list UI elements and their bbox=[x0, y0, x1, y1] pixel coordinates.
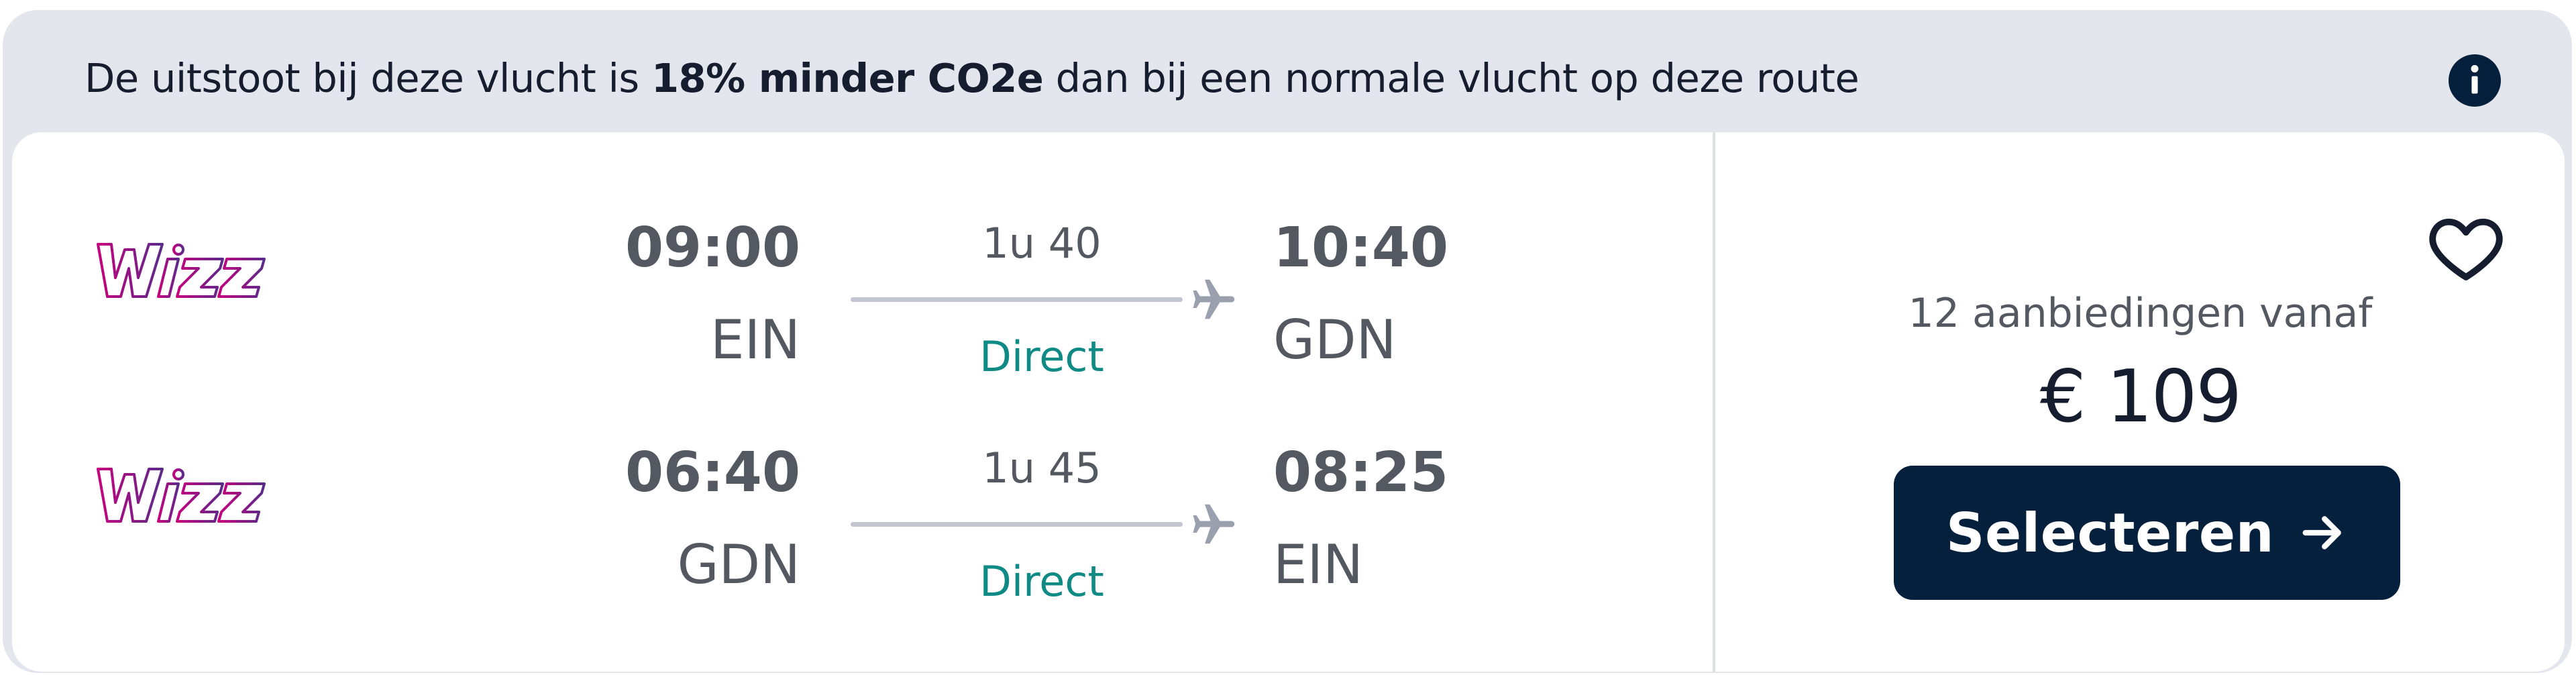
return-leg: 06:40 GDN 1u 45 Direct 08:25 EIN bbox=[12, 357, 1713, 606]
flight-duration: 1u 40 bbox=[982, 219, 1102, 268]
plane-icon bbox=[1193, 504, 1235, 544]
departure-time: 09:00 bbox=[625, 216, 800, 280]
price: € 109 bbox=[2039, 355, 2242, 439]
departure-time: 06:40 bbox=[625, 441, 800, 505]
arrival-airport: EIN bbox=[1273, 533, 1363, 596]
flight-result-card: De uitstoot bij deze vlucht is 18% minde… bbox=[3, 10, 2572, 673]
outbound-leg: 09:00 EIN 1u 40 Direct 10:40 GDN bbox=[12, 132, 1713, 381]
emissions-banner: De uitstoot bij deze vlucht is 18% minde… bbox=[3, 10, 2572, 131]
flight-details-panel[interactable]: 09:00 EIN 1u 40 Direct 10:40 GDN 06:40 G… bbox=[12, 132, 2565, 672]
wizz-air-logo bbox=[97, 468, 266, 523]
info-icon[interactable] bbox=[2449, 54, 2501, 107]
emissions-text-bold: 18% minder CO2e bbox=[651, 55, 1044, 101]
arrow-right-icon bbox=[2302, 516, 2341, 550]
flight-duration: 1u 45 bbox=[982, 444, 1102, 492]
plane-icon bbox=[1193, 279, 1235, 319]
arrival-time: 10:40 bbox=[1273, 216, 1449, 280]
route-line bbox=[851, 297, 1183, 302]
route-line bbox=[851, 522, 1183, 527]
arrival-time: 08:25 bbox=[1273, 441, 1449, 505]
select-button-label: Selecteren bbox=[1945, 501, 2275, 564]
select-button[interactable]: Selecteren bbox=[1894, 466, 2400, 600]
emissions-text-after: dan bij een normale vlucht op deze route bbox=[1043, 55, 1860, 101]
emissions-text: De uitstoot bij deze vlucht is 18% minde… bbox=[85, 52, 1860, 105]
panel-divider bbox=[1713, 132, 1715, 672]
wizz-air-logo bbox=[97, 243, 266, 298]
stops-label: Direct bbox=[979, 557, 1104, 606]
emissions-text-before: De uitstoot bij deze vlucht is bbox=[85, 55, 651, 101]
departure-airport: GDN bbox=[677, 533, 800, 596]
heart-icon[interactable] bbox=[2424, 206, 2508, 289]
offers-count-label: 12 aanbiedingen vanaf bbox=[1908, 290, 2373, 337]
